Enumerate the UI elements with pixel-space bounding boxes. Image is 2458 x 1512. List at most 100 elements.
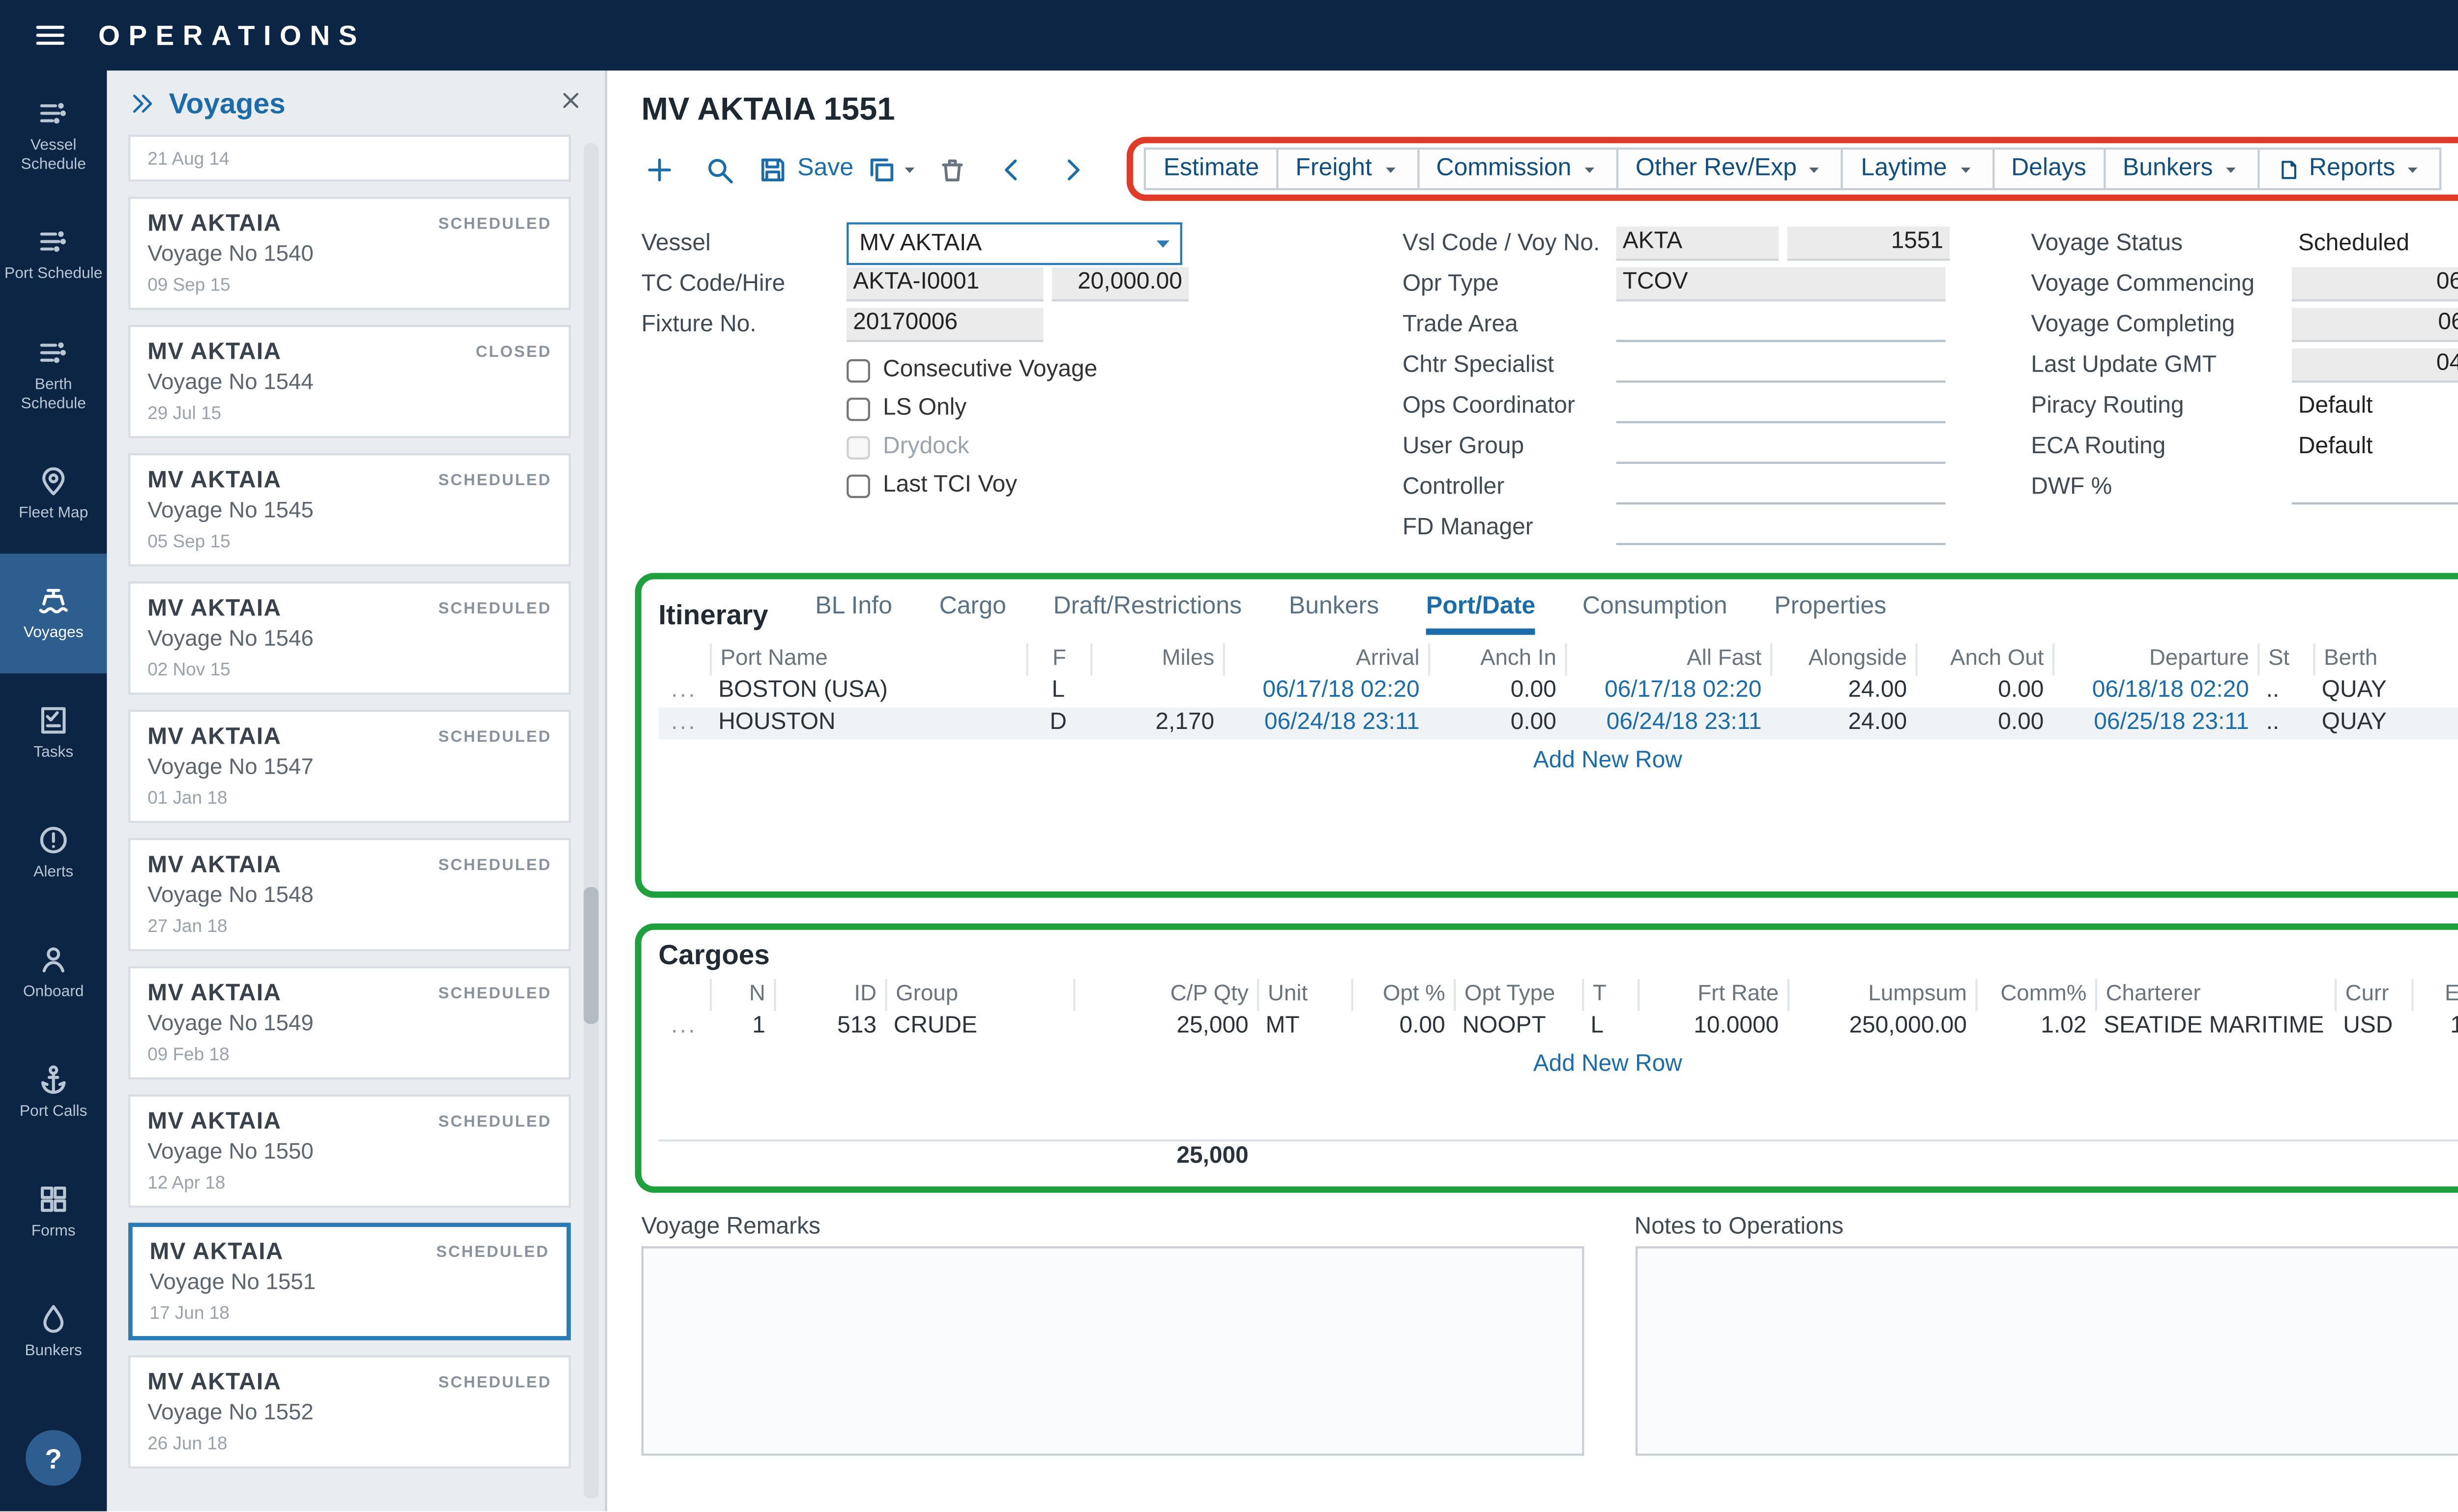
voyage-card[interactable]: CLOSEDMV AKTAIAVoyage No 154429 Jul 15: [128, 325, 571, 438]
menu-laytime[interactable]: Laytime: [1842, 147, 1994, 190]
consecutive-voyage-checkbox[interactable]: [847, 358, 870, 381]
sidebar-item-port-calls[interactable]: Port Calls: [0, 1032, 107, 1152]
last-tci-voy-checkbox[interactable]: [847, 473, 870, 497]
cell-all_fast[interactable]: 06/17/18 02:20: [1565, 675, 1770, 707]
fixture-no-field[interactable]: 20170006: [847, 307, 1043, 341]
cell-arrival[interactable]: 06/24/18 23:11: [1223, 707, 1428, 739]
sidebar-item-forms[interactable]: Forms: [0, 1152, 107, 1272]
voyage-card[interactable]: SCHEDULEDMV AKTAIAVoyage No 155226 Jun 1…: [128, 1355, 571, 1468]
voyage-card[interactable]: SCHEDULEDMV AKTAIAVoyage No 154602 Nov 1…: [128, 582, 571, 695]
sidebar-item-label: Port Schedule: [4, 265, 102, 284]
menu-label: Bunkers: [2123, 156, 2213, 181]
prev-button[interactable]: [990, 147, 1033, 190]
notes-to-operations-textarea[interactable]: [1635, 1246, 2458, 1455]
chevrons-right-icon[interactable]: [128, 88, 156, 116]
itinerary-add-new-row[interactable]: Add New Row: [658, 748, 2458, 774]
voyage-card[interactable]: SCHEDULEDMV AKTAIAVoyage No 154701 Jan 1…: [128, 710, 571, 823]
vsl-code-field[interactable]: AKTA: [1616, 226, 1779, 260]
app-title: OPERATIONS: [98, 19, 366, 51]
menu-bunkers[interactable]: Bunkers: [2104, 147, 2260, 190]
toolbar: Save EstimateFreightCommissionOther Rev/…: [607, 128, 2458, 201]
itinerary-row[interactable]: ...HOUSTOND2,17006/24/18 23:110.0006/24/…: [658, 707, 2458, 739]
tab-cargo[interactable]: Cargo: [939, 594, 1006, 635]
cell-anch_out: 0.00: [1916, 707, 2052, 739]
add-button[interactable]: [637, 147, 680, 190]
voyage-card[interactable]: SCHEDULEDMV AKTAIAVoyage No 155012 Apr 1…: [128, 1095, 571, 1208]
ops-coordinator-field[interactable]: [1616, 388, 1946, 422]
close-panel-button[interactable]: [558, 87, 584, 118]
voyage-card[interactable]: SCHEDULEDMV AKTAIAVoyage No 154909 Feb 1…: [128, 966, 571, 1079]
tab-port-date[interactable]: Port/Date: [1426, 594, 1535, 635]
menu-delays[interactable]: Delays: [1992, 147, 2106, 190]
sidebar-item-vessel-schedule[interactable]: Vessel Schedule: [0, 75, 107, 195]
voyages-scrollbar[interactable]: [584, 143, 598, 1498]
sidebar-item-alerts[interactable]: Alerts: [0, 793, 107, 913]
trade-area-field[interactable]: [1616, 307, 1946, 341]
menu-other-rev-exp[interactable]: Other Rev/Exp: [1616, 147, 1844, 190]
eca-routing-value[interactable]: Default: [2292, 433, 2373, 459]
piracy-routing-label: Piracy Routing: [2031, 392, 2283, 418]
menu-reports[interactable]: Reports: [2258, 147, 2442, 190]
duplicate-button[interactable]: [871, 147, 913, 190]
cargo-row[interactable]: ...1513CRUDE25,000MT0.00NOOPTL10.0000250…: [658, 1011, 2458, 1043]
voyage-card[interactable]: SCHEDULEDMV AKTAIAVoyage No 155117 Jun 1…: [128, 1223, 571, 1340]
sidebar-item-bunkers[interactable]: Bunkers: [0, 1272, 107, 1392]
tc-hire-field[interactable]: 20,000.00: [1052, 266, 1189, 300]
chtr-specialist-field[interactable]: [1616, 348, 1946, 382]
sidebar-item-voyages[interactable]: Voyages: [0, 553, 107, 673]
help-button[interactable]: ?: [26, 1430, 81, 1485]
tab-consumption[interactable]: Consumption: [1582, 594, 1727, 635]
hamburger-menu-button[interactable]: [0, 17, 98, 54]
menu-freight[interactable]: Freight: [1276, 147, 1419, 190]
opr-type-field[interactable]: TCOV: [1616, 266, 1946, 300]
cell-departure[interactable]: 06/25/18 23:11: [2052, 707, 2257, 739]
save-button[interactable]: Save: [757, 153, 853, 185]
piracy-routing-value[interactable]: Default: [2292, 392, 2373, 418]
controller-field[interactable]: [1616, 469, 1946, 504]
cell-departure[interactable]: 06/18/18 02:20: [2052, 675, 2257, 707]
menu-estimate[interactable]: Estimate: [1144, 147, 1279, 190]
ls-only-checkbox[interactable]: [847, 397, 870, 420]
sidebar-item-berth-schedule[interactable]: Berth Schedule: [0, 314, 107, 434]
tab-draft-restrictions[interactable]: Draft/Restrictions: [1053, 594, 1242, 635]
tab-bl-info[interactable]: BL Info: [815, 594, 892, 635]
voyage-card[interactable]: SCHEDULEDMV AKTAIAVoyage No 154505 Sep 1…: [128, 453, 571, 566]
cargoes-add-new-row[interactable]: Add New Row: [658, 1052, 2458, 1077]
user-group-field[interactable]: [1616, 429, 1946, 463]
vessel-select[interactable]: MV AKTAIA: [847, 221, 1182, 264]
row-menu-icon[interactable]: ...: [658, 675, 709, 707]
port-calls-icon: [36, 1063, 71, 1097]
delete-button[interactable]: [931, 147, 973, 190]
sidebar-item-fleet-map[interactable]: Fleet Map: [0, 434, 107, 554]
sidebar-item-tasks[interactable]: Tasks: [0, 673, 107, 793]
itinerary-row[interactable]: ...BOSTON (USA)L06/17/18 02:200.0006/17/…: [658, 675, 2458, 707]
row-menu-icon[interactable]: ...: [658, 1011, 709, 1043]
voyage-remarks-textarea[interactable]: [642, 1246, 1583, 1455]
search-button[interactable]: [697, 147, 740, 190]
plus-icon: [643, 153, 674, 185]
voyage-commencing-field[interactable]: 06/17/18 02:20: [2292, 266, 2458, 300]
cell-f: D: [1026, 707, 1090, 739]
drydock-row: Drydock: [847, 428, 1347, 466]
last-update-gmt-field[interactable]: 04/16/20 17:35: [2292, 348, 2458, 382]
tab-bunkers[interactable]: Bunkers: [1289, 594, 1379, 635]
voyage-card-partial[interactable]: 21 Aug 14: [128, 135, 571, 182]
row-menu-icon[interactable]: ...: [658, 707, 709, 739]
cell-all_fast[interactable]: 06/24/18 23:11: [1565, 707, 1770, 739]
menu-commission[interactable]: Commission: [1417, 147, 1618, 190]
voyage-commencing-label: Voyage Commencing: [2031, 270, 2283, 296]
dwf-field[interactable]: 7.00: [2292, 469, 2458, 504]
cell-arrival[interactable]: 06/17/18 02:20: [1223, 675, 1428, 707]
itinerary-title: Itinerary: [658, 599, 768, 635]
voyage-card[interactable]: SCHEDULEDMV AKTAIAVoyage No 154827 Jan 1…: [128, 838, 571, 951]
voyage-completing-field[interactable]: 06/25/18 23:11: [2292, 307, 2458, 341]
sidebar-item-onboard[interactable]: Onboard: [0, 913, 107, 1033]
fd-manager-field[interactable]: [1616, 510, 1946, 544]
voyage-card[interactable]: SCHEDULEDMV AKTAIAVoyage No 154009 Sep 1…: [128, 197, 571, 310]
tc-code-field[interactable]: AKTA-I0001: [847, 266, 1043, 300]
scrollbar-thumb[interactable]: [584, 887, 598, 1024]
voy-no-field[interactable]: 1551: [1787, 226, 1950, 260]
next-button[interactable]: [1050, 147, 1093, 190]
tab-properties[interactable]: Properties: [1774, 594, 1886, 635]
sidebar-item-port-schedule[interactable]: Port Schedule: [0, 195, 107, 315]
